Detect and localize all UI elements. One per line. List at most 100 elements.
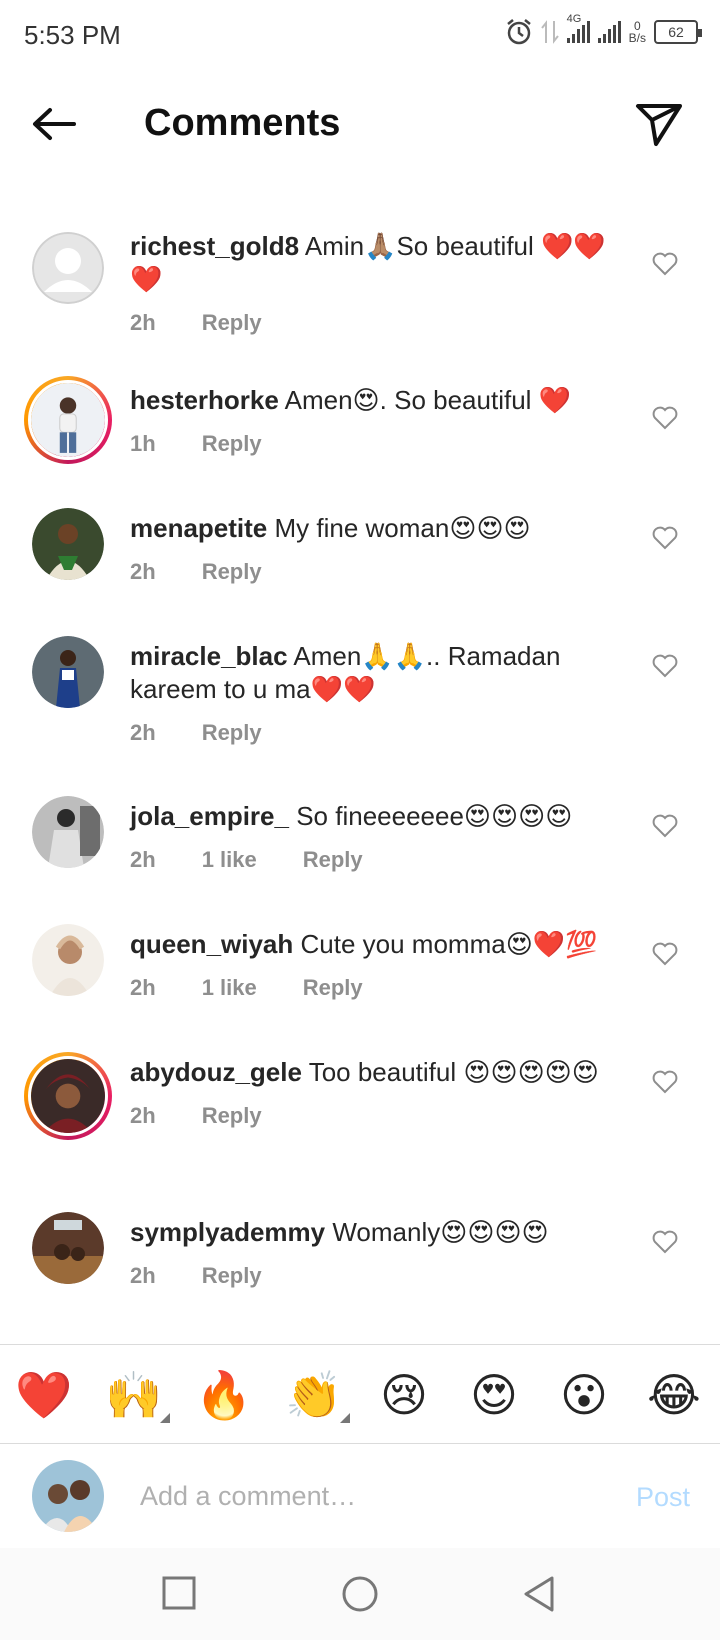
reply-button[interactable]: Reply: [202, 555, 262, 588]
comment-meta: 1h Reply: [130, 427, 630, 460]
battery-indicator: 62: [654, 20, 702, 44]
emoji-surprised-button[interactable]: 😮: [554, 1365, 614, 1425]
comment-text: Too beautiful 😍😍😍😍😍: [308, 1057, 599, 1087]
comment-time: 2h: [130, 1103, 156, 1128]
emoji-heart-eyes-button[interactable]: 😍: [464, 1365, 524, 1425]
user-avatar-image: [31, 1059, 105, 1133]
reply-button[interactable]: Reply: [303, 971, 363, 1004]
current-user-avatar[interactable]: [32, 1460, 104, 1532]
net-speed: 0 B/s: [628, 19, 646, 45]
comment-username[interactable]: abydouz_gele: [130, 1057, 302, 1087]
share-button[interactable]: [634, 100, 684, 150]
like-heart-icon[interactable]: [652, 526, 678, 550]
comment-username[interactable]: menapetite: [130, 513, 267, 543]
comment-meta: 2h Reply: [130, 555, 630, 588]
comment-time: 1h: [130, 431, 156, 456]
data-transfer-icon: [540, 20, 559, 44]
emoji-red-heart-button[interactable]: ❤️: [14, 1365, 74, 1425]
emoji-clapping-button[interactable]: 👏: [284, 1365, 344, 1425]
status-bar: 5:53 PM 4G 0 B/s 62: [0, 0, 720, 72]
emoji-raised-hands-button[interactable]: 🙌: [104, 1365, 164, 1425]
like-heart-icon[interactable]: [652, 1070, 678, 1094]
home-circle-icon[interactable]: [338, 1572, 382, 1616]
comment-username[interactable]: richest_gold8: [130, 231, 299, 261]
reply-button[interactable]: Reply: [202, 1259, 262, 1292]
comment-text: So fineeeeeee😍😍😍😍: [296, 801, 573, 831]
system-nav-bar: [0, 1548, 720, 1640]
reply-button[interactable]: Reply: [202, 1099, 262, 1132]
comment-meta: 2h Reply: [130, 1099, 630, 1132]
comment-body: menapetite My fine woman😍😍😍 2h Reply: [130, 512, 630, 588]
reply-button[interactable]: Reply: [202, 427, 262, 460]
default-avatar-icon: [32, 232, 104, 304]
comment-text: Womanly😍😍😍😍: [332, 1217, 549, 1247]
comment-body: jola_empire_ So fineeeeeee😍😍😍😍 2h 1 like…: [130, 800, 630, 876]
skin-tone-indicator: [340, 1413, 350, 1423]
comment-meta: 2h 1 like Reply: [130, 971, 630, 1004]
like-heart-icon[interactable]: [652, 1230, 678, 1254]
comment-meta: 2h Reply: [130, 306, 630, 339]
comment-body: symplyademmy Womanly😍😍😍😍 2h Reply: [130, 1216, 630, 1292]
comment-input[interactable]: [140, 1472, 580, 1520]
comment-username[interactable]: miracle_blac: [130, 641, 288, 671]
avatar[interactable]: [24, 1052, 112, 1140]
status-icons: 4G 0 B/s 62: [505, 13, 702, 46]
signal-strength-2: [597, 21, 621, 43]
comment-text: My fine woman😍😍😍: [274, 513, 531, 543]
comment-username[interactable]: queen_wiyah: [130, 929, 293, 959]
comment-like-count[interactable]: 1 like: [202, 971, 257, 1004]
like-heart-icon[interactable]: [652, 814, 678, 838]
comment-username[interactable]: jola_empire_: [130, 801, 289, 831]
avatar[interactable]: [32, 1212, 104, 1284]
user-avatar-image: [32, 636, 104, 708]
comment-meta: 2h 1 like Reply: [130, 843, 630, 876]
alarm-icon: [506, 19, 531, 45]
comment-text: Amen😍. So beautiful ❤️: [284, 385, 572, 415]
paper-plane-icon: [636, 104, 682, 146]
comment-time: 2h: [130, 310, 156, 335]
avatar[interactable]: [32, 636, 104, 708]
reply-button[interactable]: Reply: [202, 306, 262, 339]
comment-body: queen_wiyah Cute you momma😍❤️💯 2h 1 like…: [130, 928, 630, 1004]
comment-time: 2h: [130, 975, 156, 1000]
avatar[interactable]: [32, 508, 104, 580]
comment-time: 2h: [130, 847, 156, 872]
recents-square-icon[interactable]: [158, 1572, 202, 1616]
user-avatar-image: [32, 1212, 104, 1284]
like-heart-icon[interactable]: [652, 252, 678, 276]
back-triangle-icon[interactable]: [518, 1572, 562, 1616]
comment-like-count[interactable]: 1 like: [202, 843, 257, 876]
comment-body: hesterhorke Amen😍. So beautiful ❤️ 1h Re…: [130, 384, 630, 460]
comment-meta: 2h Reply: [130, 1259, 630, 1292]
avatar[interactable]: [32, 924, 104, 996]
status-time: 5:53 PM: [24, 20, 121, 50]
comment-username[interactable]: symplyademmy: [130, 1217, 325, 1247]
comment-body: abydouz_gele Too beautiful 😍😍😍😍😍 2h Repl…: [130, 1056, 630, 1132]
user-avatar-image: [32, 508, 104, 580]
comment-time: 2h: [130, 1263, 156, 1288]
avatar[interactable]: [24, 376, 112, 464]
comment-username[interactable]: hesterhorke: [130, 385, 279, 415]
comment-body: richest_gold8 Amin🙏🏽So beautiful ❤️❤️❤️ …: [130, 230, 630, 339]
avatar[interactable]: [32, 796, 104, 868]
reply-button[interactable]: Reply: [202, 716, 262, 749]
like-heart-icon[interactable]: [652, 654, 678, 678]
like-heart-icon[interactable]: [652, 406, 678, 430]
emoji-fire-button[interactable]: 🔥: [194, 1365, 254, 1425]
like-heart-icon[interactable]: [652, 942, 678, 966]
user-avatar-image: [32, 796, 104, 868]
emoji-crying-button[interactable]: 😢: [374, 1365, 434, 1425]
network-type: 4G: [566, 13, 582, 25]
user-avatar-image: [31, 383, 105, 457]
page-title: Comments: [144, 102, 341, 144]
post-button[interactable]: Post: [636, 1482, 690, 1513]
reply-button[interactable]: Reply: [303, 843, 363, 876]
user-avatar-image: [32, 924, 104, 996]
signal-strength-1: 4G: [566, 13, 590, 43]
user-avatar-image: [32, 1460, 104, 1532]
comment-time: 2h: [130, 720, 156, 745]
comment-text: Cute you momma😍❤️💯: [300, 929, 598, 959]
emoji-laughing-button[interactable]: 😂: [644, 1365, 704, 1425]
avatar[interactable]: [32, 232, 104, 304]
back-button[interactable]: [28, 102, 84, 146]
